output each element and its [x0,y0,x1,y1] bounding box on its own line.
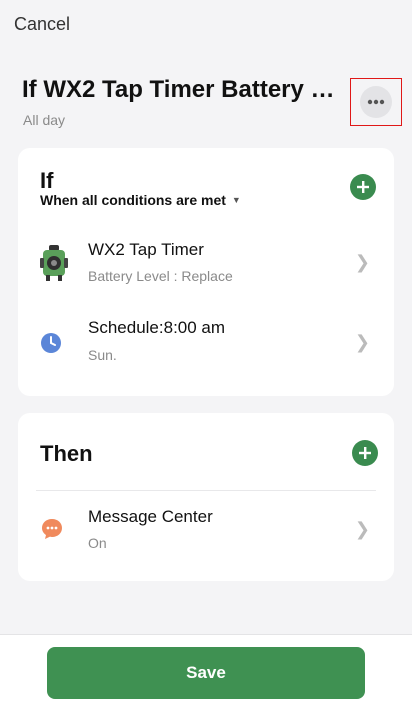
page-title: If WX2 Tap Timer Battery Level : Replace [22,76,340,103]
condition-device-name: WX2 Tap Timer [88,240,204,259]
then-heading: Then [40,441,93,466]
more-horizontal-icon [367,99,385,105]
chevron-right-icon: ❯ [354,252,370,272]
then-card: Then Message Center On ❯ [18,413,394,581]
condition-device-desc: Battery Level : Replace [88,268,233,284]
condition-row-device[interactable]: WX2 Tap Timer Battery Level : Replace ❯ [18,226,394,302]
condition-mode-selector[interactable]: When all conditions are met ▼ [40,192,241,208]
save-button[interactable]: Save [47,647,365,699]
bottom-bar: Save [0,634,412,711]
action-row-message[interactable]: Message Center On ❯ [18,491,394,567]
action-message-desc: On [88,535,107,551]
cancel-button[interactable]: Cancel [14,14,70,35]
condition-schedule-name: Schedule:8:00 am [88,318,226,337]
add-condition-button[interactable] [350,174,376,200]
plus-icon [357,181,369,193]
clock-icon [40,332,62,359]
if-heading: If [40,168,54,193]
chat-bubble-icon [40,517,64,546]
add-action-button[interactable] [352,440,378,466]
condition-mode-label: When all conditions are met [40,192,226,208]
plus-icon [359,447,371,459]
condition-row-schedule[interactable]: Schedule:8:00 am Sun. ❯ [18,306,394,382]
device-tap-timer-icon [40,244,68,287]
chevron-down-icon: ▼ [231,195,241,205]
chevron-right-icon: ❯ [354,332,370,352]
chevron-right-icon: ❯ [354,519,370,539]
page-subtitle: All day [23,112,66,128]
more-options-highlight [350,78,402,126]
condition-schedule-desc: Sun. [88,347,117,363]
if-card: If When all conditions are met ▼ WX2 Tap… [18,148,394,396]
action-message-name: Message Center [88,507,213,526]
more-options-button[interactable] [360,86,392,118]
